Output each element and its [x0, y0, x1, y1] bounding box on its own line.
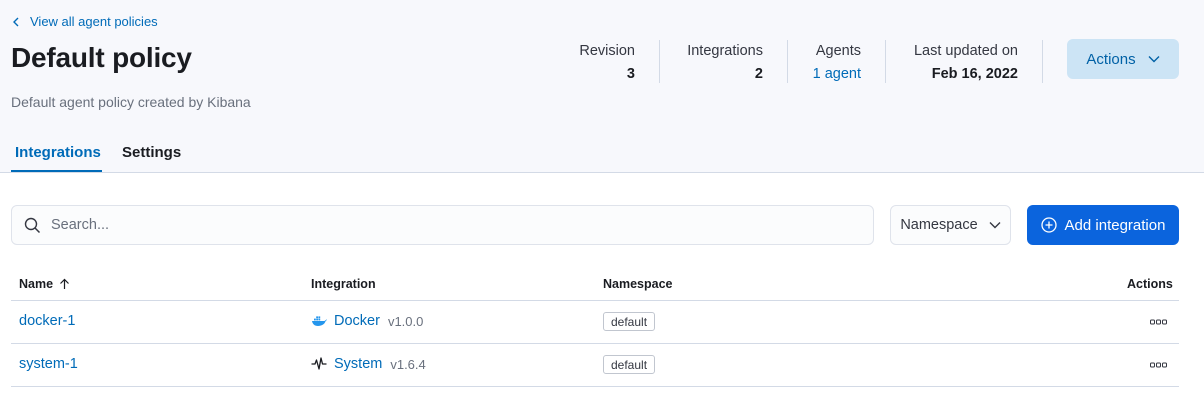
add-integration-label: Add integration	[1064, 216, 1166, 234]
chevron-down-icon	[1148, 56, 1160, 63]
stat-agents: Agents 1 agent	[800, 42, 861, 83]
search-icon	[24, 217, 41, 233]
active-tab-indicator	[11, 170, 102, 172]
integration-link[interactable]: Docker	[334, 313, 380, 329]
tab-integrations[interactable]: Integrations	[15, 144, 101, 161]
stat-divider	[787, 40, 788, 83]
namespace-filter-label: Namespace	[900, 217, 978, 233]
stat-integrations-value: 2	[754, 66, 763, 82]
stat-last-updated: Last updated on Feb 16, 2022	[895, 42, 1018, 83]
integration-version: v1.0.0	[387, 313, 424, 329]
namespace-badge: default	[603, 355, 656, 374]
integration-version: v1.6.4	[390, 356, 426, 372]
actions-button[interactable]: Actions	[1067, 39, 1179, 79]
namespace-badge: default	[603, 312, 656, 331]
column-header-name[interactable]: Name	[19, 277, 70, 291]
column-header-actions: Actions	[1127, 277, 1173, 291]
stat-agents-label: Agents	[815, 43, 861, 59]
chevron-down-icon	[989, 222, 1001, 229]
row-divider	[11, 386, 1179, 387]
column-header-integration: Integration	[311, 277, 376, 291]
page-header: View all agent policies Default policy D…	[0, 0, 1204, 173]
more-actions-icon[interactable]	[1150, 362, 1168, 368]
search-box	[11, 205, 874, 245]
actions-button-label: Actions	[1086, 50, 1136, 68]
page-title: Default policy	[11, 42, 192, 73]
table-header-divider	[11, 300, 1179, 301]
stat-revision: Revision 3	[560, 42, 635, 83]
stat-divider	[1042, 40, 1043, 83]
stat-last-updated-label: Last updated on	[913, 43, 1018, 59]
docker-icon	[312, 316, 327, 326]
agents-count-link[interactable]: 1 agent	[800, 65, 861, 83]
search-input[interactable]	[51, 217, 831, 233]
stat-revision-value: 3	[626, 66, 635, 82]
column-header-namespace: Namespace	[603, 277, 673, 291]
policy-name-link[interactable]: system-1	[19, 356, 78, 372]
stat-revision-label: Revision	[579, 43, 635, 59]
sort-ascending-icon	[60, 278, 69, 289]
integration-link[interactable]: System	[334, 356, 382, 372]
tab-settings[interactable]: Settings	[122, 144, 181, 161]
page-description: Default agent policy created by Kibana	[11, 94, 251, 110]
namespace-filter-button[interactable]: Namespace	[890, 205, 1011, 245]
stat-integrations-label: Integrations	[687, 43, 763, 59]
integration-cell: Docker v1.0.0	[311, 313, 423, 329]
stat-integrations: Integrations 2	[670, 42, 763, 83]
back-link-label: View all agent policies	[30, 14, 158, 29]
row-divider	[11, 343, 1179, 344]
stat-divider	[659, 40, 660, 83]
column-header-name-label: Name	[19, 277, 54, 291]
stat-divider	[885, 40, 886, 83]
plus-in-circle-icon	[1040, 217, 1057, 233]
back-to-policies-link[interactable]: View all agent policies	[12, 14, 158, 29]
add-integration-button[interactable]: Add integration	[1027, 205, 1179, 245]
more-actions-icon[interactable]	[1150, 319, 1168, 325]
system-heartbeat-icon	[311, 357, 327, 370]
stat-last-updated-value: Feb 16, 2022	[931, 66, 1018, 82]
policy-name-link[interactable]: docker-1	[19, 313, 75, 329]
chevron-left-icon	[13, 17, 19, 26]
integration-cell: System v1.6.4	[311, 356, 426, 372]
